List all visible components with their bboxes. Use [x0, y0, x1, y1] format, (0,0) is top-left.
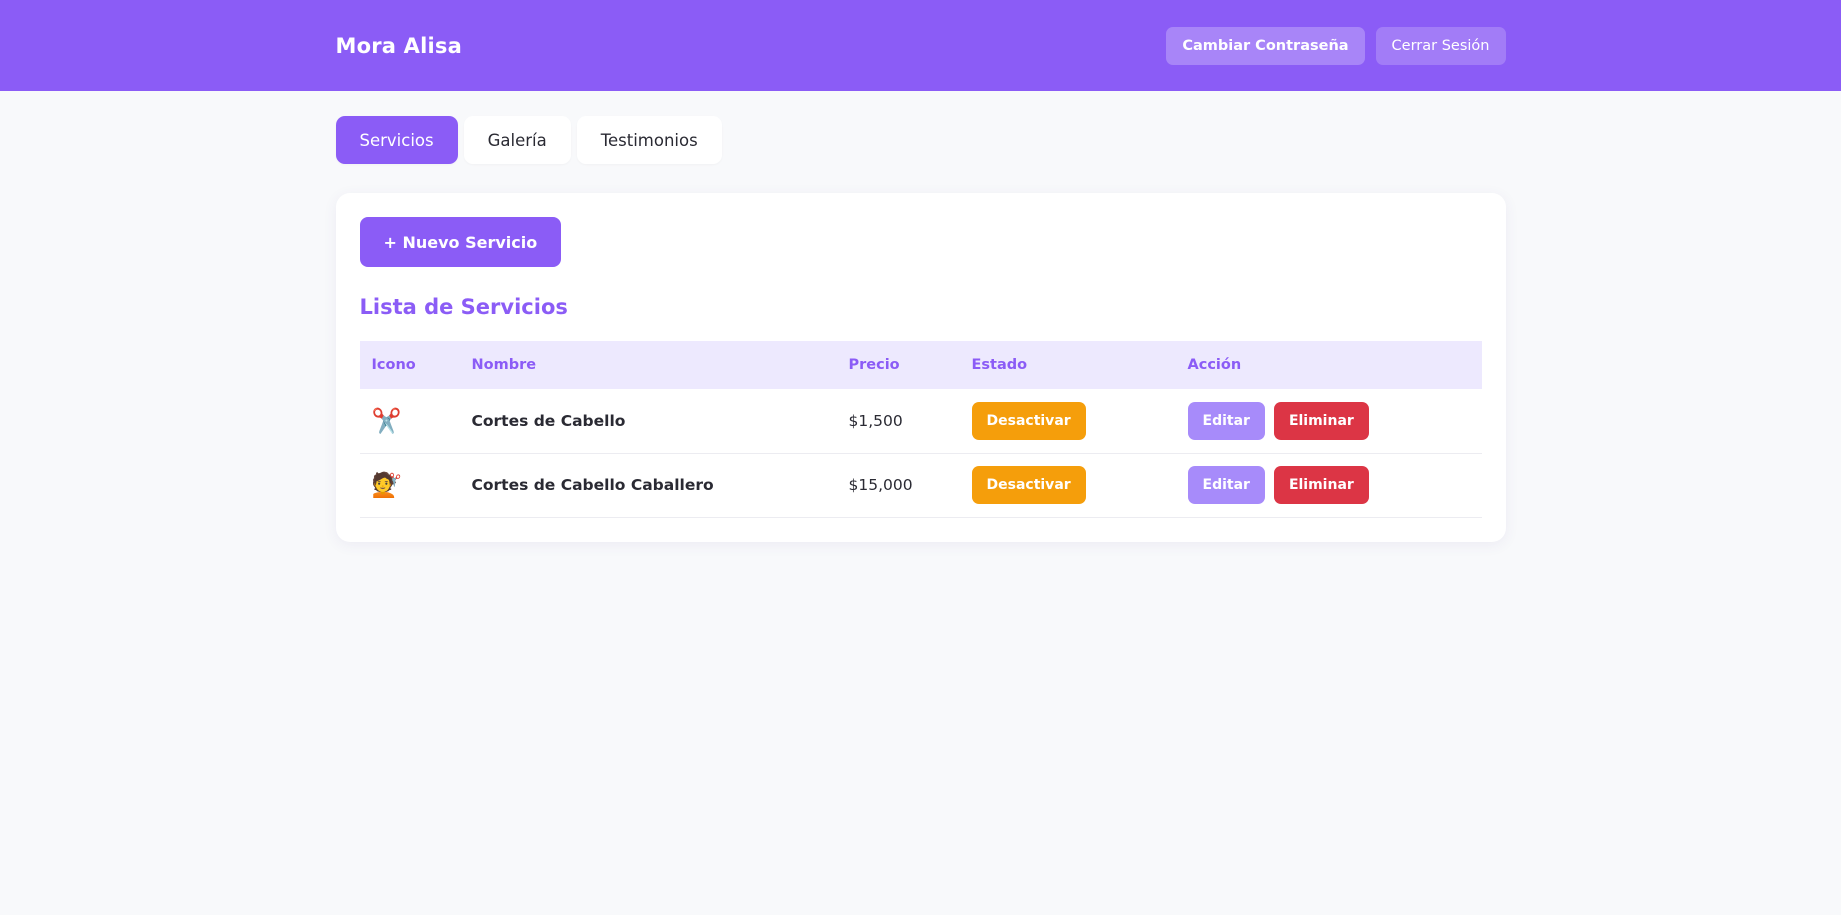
tab-servicios[interactable]: Servicios: [335, 116, 458, 164]
services-card: + Nuevo Servicio Lista de Servicios Icon…: [335, 193, 1506, 542]
change-password-button[interactable]: Cambiar Contraseña: [1166, 26, 1365, 65]
table-header: Icono Nombre Precio Estado Acción: [359, 341, 1482, 389]
top-actions: Cambiar Contraseña Cerrar Sesión: [1166, 26, 1506, 65]
deactivate-button[interactable]: Desactivar: [971, 466, 1086, 504]
delete-button[interactable]: Eliminar: [1273, 401, 1369, 440]
top-navbar-inner: Mora Alisa Cambiar Contraseña Cerrar Ses…: [336, 0, 1506, 91]
tab-bar: Servicios Galería Testimonios: [335, 116, 1506, 164]
top-navbar: Mora Alisa Cambiar Contraseña Cerrar Ses…: [0, 0, 1841, 91]
haircut-person-icon: 💇: [359, 453, 460, 518]
delete-button[interactable]: Eliminar: [1273, 466, 1369, 504]
column-header-name: Nombre: [471, 357, 537, 373]
table-row: ✂️ Cortes de Cabello $1,500 Desactivar E…: [359, 389, 1482, 454]
column-header-price: Precio: [848, 357, 900, 373]
new-service-button[interactable]: + Nuevo Servicio: [359, 217, 562, 267]
tab-testimonios[interactable]: Testimonios: [576, 116, 722, 164]
brand-title: Mora Alisa: [335, 33, 462, 58]
service-price: $15,000: [836, 453, 960, 518]
service-price: $1,500: [836, 389, 960, 454]
edit-button[interactable]: Editar: [1187, 401, 1265, 440]
services-list-title: Lista de Servicios: [359, 295, 568, 319]
table-body: ✂️ Cortes de Cabello $1,500 Desactivar E…: [359, 389, 1482, 518]
column-header-status: Estado: [971, 357, 1028, 373]
deactivate-button[interactable]: Desactivar: [971, 401, 1086, 440]
column-header-icon: Icono: [371, 357, 416, 373]
table-header-row: Icono Nombre Precio Estado Acción: [359, 341, 1482, 389]
service-actions-cell: Editar Eliminar: [1175, 453, 1482, 518]
main-container: Servicios Galería Testimonios + Nuevo Se…: [335, 116, 1506, 542]
service-status-cell: Desactivar: [959, 453, 1176, 518]
service-name: Cortes de Cabello: [459, 389, 837, 454]
services-table: Icono Nombre Precio Estado Acción ✂️ Cor…: [359, 341, 1482, 518]
logout-button[interactable]: Cerrar Sesión: [1375, 26, 1506, 65]
edit-button[interactable]: Editar: [1187, 466, 1265, 504]
service-name: Cortes de Cabello Caballero: [459, 453, 837, 518]
column-header-action: Acción: [1187, 357, 1242, 373]
scissors-icon: ✂️: [359, 389, 460, 454]
table-row: 💇 Cortes de Cabello Caballero $15,000 De…: [359, 453, 1482, 518]
tab-galeria[interactable]: Galería: [463, 116, 571, 164]
service-actions-cell: Editar Eliminar: [1175, 389, 1482, 454]
service-status-cell: Desactivar: [959, 389, 1176, 454]
